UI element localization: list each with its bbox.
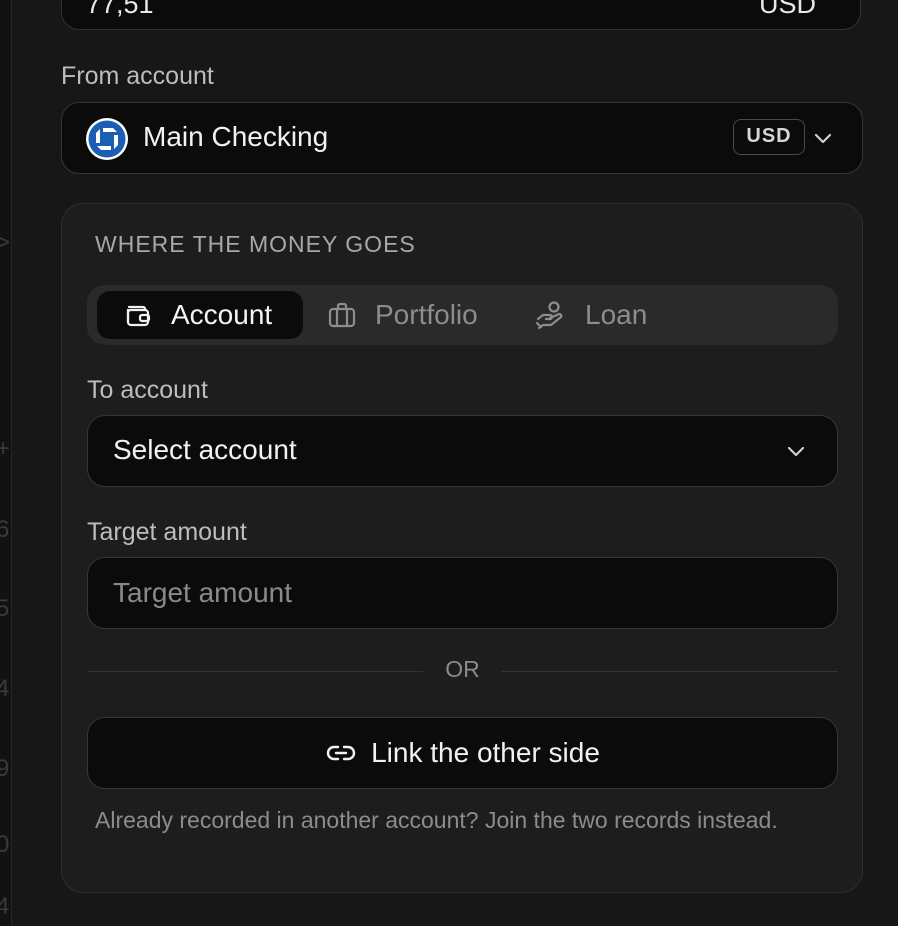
or-divider: OR (87, 656, 838, 686)
background-fragment: 4 (0, 677, 9, 701)
wallet-icon (126, 305, 151, 327)
from-account-label: From account (61, 62, 214, 90)
transfer-form-screen: > + 6 5 4 9 0 4 77,51 USD From account (0, 0, 898, 926)
tab-account-label: Account (171, 299, 273, 330)
amount-currency: USD (758, 0, 816, 19)
chevron-down-icon (812, 127, 834, 154)
briefcase-icon (328, 302, 356, 328)
hand-coin-icon (535, 301, 563, 330)
tab-loan-label: Loan (585, 299, 648, 330)
background-panel: > + 6 5 4 9 0 4 (0, 0, 12, 926)
background-fragment: > (0, 231, 10, 255)
link-icon (326, 745, 356, 761)
target-amount-input[interactable] (88, 558, 837, 628)
section-heading: WHERE THE MONEY GOES (95, 231, 416, 257)
background-fragment: 6 (0, 518, 9, 542)
from-account-name: Main Checking (143, 121, 329, 152)
bank-logo-icon (86, 118, 128, 160)
destination-type-tabs: Account Portfolio Loan (87, 285, 838, 345)
helper-text: Already recorded in another account? Joi… (95, 807, 778, 833)
tab-account[interactable]: Account (97, 291, 303, 339)
or-text: OR (445, 656, 480, 682)
background-fragment: 0 (0, 833, 9, 857)
tab-portfolio-label: Portfolio (375, 299, 478, 330)
to-account-select[interactable]: Select account (87, 415, 838, 487)
link-button-label: Link the other side (371, 737, 600, 768)
destination-card: WHERE THE MONEY GOES Account Portfolio L… (61, 203, 863, 893)
background-fragment: 9 (0, 757, 9, 781)
link-other-side-button[interactable]: Link the other side (87, 717, 838, 789)
background-fragment: 5 (0, 597, 9, 621)
to-account-value: Select account (113, 434, 297, 465)
chevron-down-icon (785, 440, 807, 467)
target-amount-field (87, 557, 838, 629)
background-fragment: + (0, 437, 10, 461)
to-account-label: To account (87, 376, 208, 404)
background-fragment: 4 (0, 895, 9, 919)
tab-portfolio[interactable]: Portfolio (327, 291, 507, 339)
amount-field[interactable]: 77,51 USD (61, 0, 861, 30)
tab-loan[interactable]: Loan (535, 291, 675, 339)
amount-value: 77,51 (86, 0, 154, 19)
from-account-select[interactable]: Main Checking USD (61, 102, 863, 174)
currency-badge: USD (733, 119, 805, 155)
target-amount-label: Target amount (87, 518, 247, 546)
